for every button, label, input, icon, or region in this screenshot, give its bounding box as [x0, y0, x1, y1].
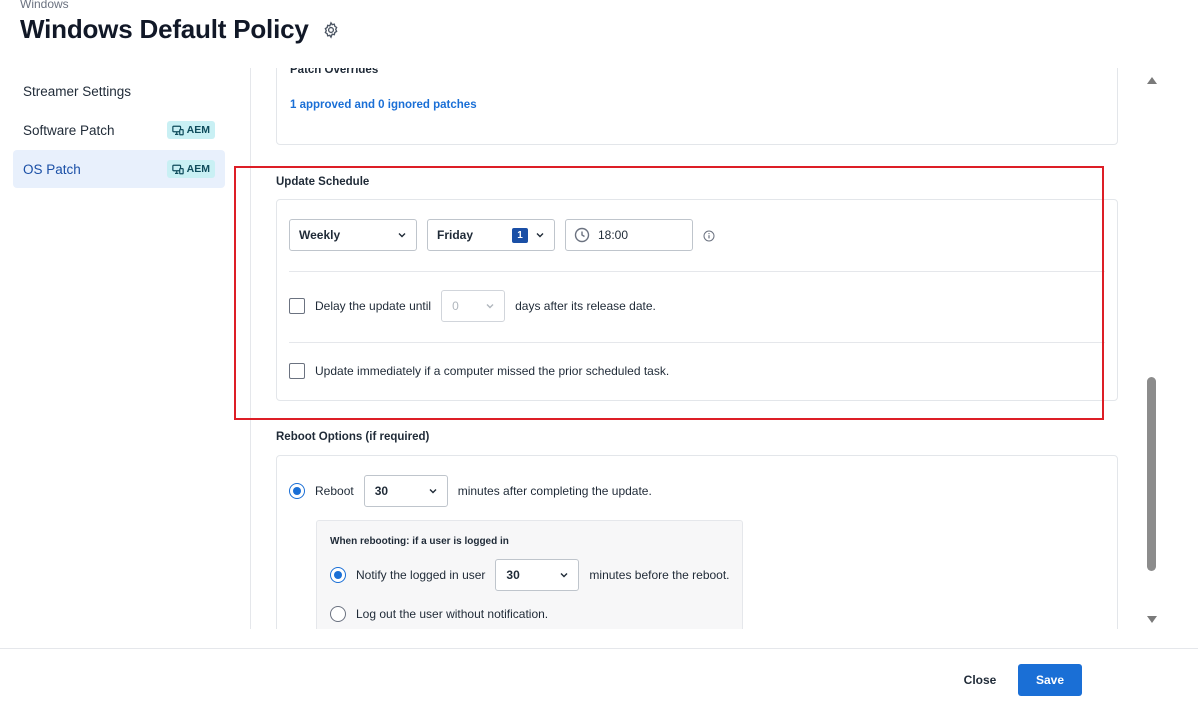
sidebar-item-streamer-settings[interactable]: Streamer Settings	[13, 72, 225, 110]
notify-row: Notify the logged in user 30 minutes bef…	[330, 559, 730, 591]
sidebar-item-label: Streamer Settings	[23, 83, 132, 99]
frequency-select[interactable]: Weekly	[289, 219, 417, 251]
footer: Close Save	[0, 648, 1198, 708]
sidebar-item-os-patch[interactable]: OS Patch AEM	[13, 150, 225, 188]
title-row: Windows Default Policy	[20, 14, 340, 45]
save-button[interactable]: Save	[1018, 664, 1082, 696]
patch-overrides-heading: Patch Overrides	[290, 68, 379, 76]
day-value: Friday	[437, 228, 474, 242]
day-select[interactable]: Friday 1	[427, 219, 555, 251]
patch-overrides-card: Patch Overrides 1 approved and 0 ignored…	[276, 68, 1118, 145]
notify-radio[interactable]	[330, 567, 346, 583]
sidebar-item-software-patch[interactable]: Software Patch AEM	[13, 111, 225, 149]
close-button[interactable]: Close	[949, 664, 1011, 696]
aem-badge: AEM	[166, 160, 215, 178]
frequency-value: Weekly	[299, 228, 341, 242]
logged-in-heading: When rebooting: if a user is logged in	[330, 536, 509, 547]
chevron-down-icon	[560, 573, 568, 578]
update-schedule-title: Update Schedule	[276, 176, 370, 188]
reboot-radio[interactable]	[289, 483, 305, 499]
monitor-icon	[171, 125, 184, 135]
update-schedule-card: Weekly Friday 1 18:00 Delay the update u…	[276, 199, 1118, 401]
delay-days-value: 0	[452, 299, 459, 313]
missed-task-row: Update immediately if a computer missed …	[289, 363, 669, 379]
reboot-suffix: minutes after completing the update.	[457, 484, 652, 498]
page-title: Windows Default Policy	[20, 14, 309, 44]
logout-row: Log out the user without notification.	[330, 606, 548, 622]
divider	[289, 342, 1105, 343]
logged-in-user-panel: When rebooting: if a user is logged in N…	[316, 520, 743, 629]
time-input[interactable]: 18:00	[565, 219, 693, 251]
chevron-down-icon	[429, 489, 437, 494]
badge-label: AEM	[186, 124, 210, 136]
missed-task-checkbox[interactable]	[289, 363, 305, 379]
notify-label: Notify the logged in user	[356, 568, 486, 582]
day-count-badge: 1	[512, 228, 528, 243]
reboot-options-title: Reboot Options (if required)	[276, 431, 430, 443]
notify-suffix: minutes before the reboot.	[589, 568, 730, 582]
reboot-label: Reboot	[315, 484, 354, 498]
time-value: 18:00	[598, 228, 629, 242]
scroll-thumb[interactable]	[1147, 377, 1156, 571]
badge-label: AEM	[186, 163, 210, 175]
delay-checkbox[interactable]	[289, 298, 305, 314]
chevron-down-icon	[536, 233, 544, 238]
patches-link[interactable]: 1 approved and 0 ignored patches	[290, 99, 477, 111]
logout-label: Log out the user without notification.	[356, 607, 549, 621]
chevron-down-icon	[486, 304, 494, 309]
delay-label: Delay the update until	[315, 299, 432, 313]
reboot-options-card: Reboot 30 minutes after completing the u…	[276, 455, 1118, 629]
info-icon[interactable]	[703, 230, 715, 242]
aem-badge: AEM	[166, 121, 215, 139]
gear-icon[interactable]	[322, 20, 340, 39]
scrollbar[interactable]	[1143, 72, 1160, 628]
policy-content: Patch Overrides 1 approved and 0 ignored…	[251, 68, 1143, 629]
missed-task-label: Update immediately if a computer missed …	[315, 364, 670, 378]
reboot-minutes-value: 30	[374, 484, 389, 498]
logout-radio[interactable]	[330, 606, 346, 622]
notify-minutes-value: 30	[506, 568, 520, 582]
sidebar: Streamer Settings Software Patch AEM OS …	[13, 72, 225, 189]
scroll-up-icon[interactable]	[1147, 77, 1157, 84]
reboot-row: Reboot 30 minutes after completing the u…	[289, 475, 652, 507]
sidebar-item-label: Software Patch	[23, 122, 115, 138]
sidebar-item-label: OS Patch	[23, 161, 81, 177]
notify-minutes-select[interactable]: 30	[495, 559, 580, 591]
chevron-down-icon	[398, 233, 406, 238]
delay-days-select[interactable]: 0	[441, 290, 506, 322]
scroll-down-icon[interactable]	[1147, 616, 1157, 623]
reboot-minutes-select[interactable]: 30	[363, 475, 448, 507]
divider	[289, 271, 1105, 272]
monitor-icon	[171, 164, 184, 174]
delay-row: Delay the update until 0 days after its …	[289, 290, 656, 322]
breadcrumb[interactable]: Windows	[20, 0, 69, 11]
clock-icon	[574, 227, 590, 243]
delay-suffix: days after its release date.	[515, 299, 656, 313]
